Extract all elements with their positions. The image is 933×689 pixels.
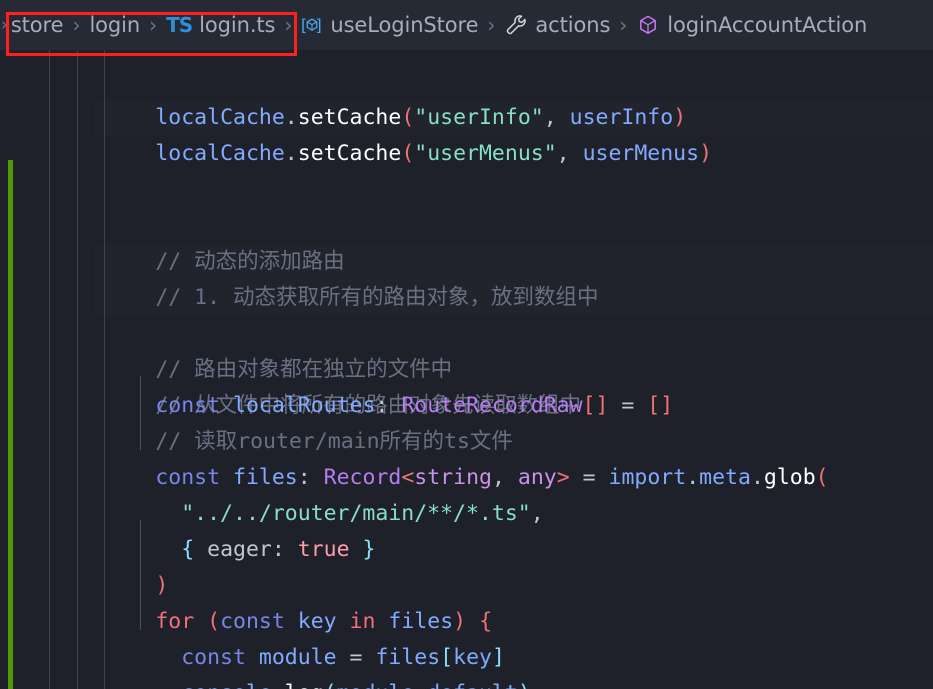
typescript-file-icon: TS — [166, 13, 193, 37]
code-line-text: const files: Record<string, any> = impor… — [155, 465, 829, 490]
svg-text:[: [ — [301, 17, 307, 35]
code-line-text: localCache.setCache("userMenus", userMen… — [155, 141, 713, 166]
code-line[interactable]: const localRoutes: RouteRecordRaw[] = [] — [0, 316, 933, 418]
code-line-text: // 动态的添加路由 — [0, 249, 345, 274]
breadcrumb-item-login-ts[interactable]: TS login.ts — [165, 0, 276, 50]
breadcrumb-item-label: loginAccountAction — [667, 13, 868, 37]
code-line-text: ) — [155, 573, 169, 598]
code-line-text: console.log(module.default) — [0, 676, 933, 689]
code-line-text: // 路由对象都在独立的文件中 — [0, 357, 453, 382]
code-line[interactable]: // 动态的添加路由 — [0, 172, 933, 274]
breadcrumb-item-login[interactable]: login — [88, 0, 141, 50]
breadcrumb-separator-icon: › — [149, 13, 158, 37]
code-line-text: for (const key in files) { — [155, 609, 493, 634]
code-line-text: // 读取router/main所有的ts文件 — [0, 429, 513, 454]
breadcrumb-leading-chevron-icon: › — [1, 15, 8, 35]
breadcrumb-separator-icon: › — [72, 13, 81, 37]
modified-lines-gutter-indicator — [8, 160, 13, 689]
code-lines: localCache.setCache("userInfo", userInfo… — [0, 50, 933, 689]
breadcrumb-item-login-account-action[interactable]: loginAccountAction — [635, 0, 868, 50]
code-line-text: const module = files[key] — [181, 645, 505, 670]
breadcrumb-separator-icon: › — [487, 13, 496, 37]
code-line-text: const localRoutes: RouteRecordRaw[] = [] — [155, 393, 674, 418]
breadcrumb-separator-icon: › — [619, 13, 628, 37]
symbol-method-cube-icon — [636, 13, 660, 37]
code-line[interactable]: localCache.setCache("userInfo", userInfo… — [0, 50, 933, 130]
code-line[interactable]: localCache.setCache("userMenus", userMen… — [0, 64, 933, 166]
breadcrumb-item-label: useLoginStore — [330, 13, 479, 37]
code-line-text: "../../router/main/**/*.ts", — [181, 501, 544, 526]
code-line-text: { eager: true } — [181, 537, 376, 562]
vscode-editor-window: › store › login › TS login.ts › [ ] useL… — [0, 0, 933, 689]
breadcrumb-item-label: actions — [535, 13, 611, 37]
breadcrumb-separator-icon: › — [284, 13, 293, 37]
breadcrumb-item-actions[interactable]: actions — [503, 0, 611, 50]
breadcrumb-item-label: login — [89, 13, 141, 37]
symbol-variable-icon: [ ] — [301, 14, 323, 36]
breadcrumb: › store › login › TS login.ts › [ ] useL… — [0, 0, 933, 50]
breadcrumb-item-label: login.ts — [199, 13, 276, 37]
wrench-icon — [504, 13, 528, 37]
code-editor[interactable]: localCache.setCache("userInfo", userInfo… — [0, 50, 933, 689]
code-line-text: // 1. 动态获取所有的路由对象，放到数组中 — [0, 285, 599, 310]
code-line-text: localCache.setCache("userInfo", userInfo… — [155, 105, 687, 130]
breadcrumb-item-label: store — [10, 13, 64, 37]
breadcrumb-item-store[interactable]: store — [10, 0, 65, 50]
breadcrumb-item-uselogin-store[interactable]: [ ] useLoginStore — [300, 0, 479, 50]
